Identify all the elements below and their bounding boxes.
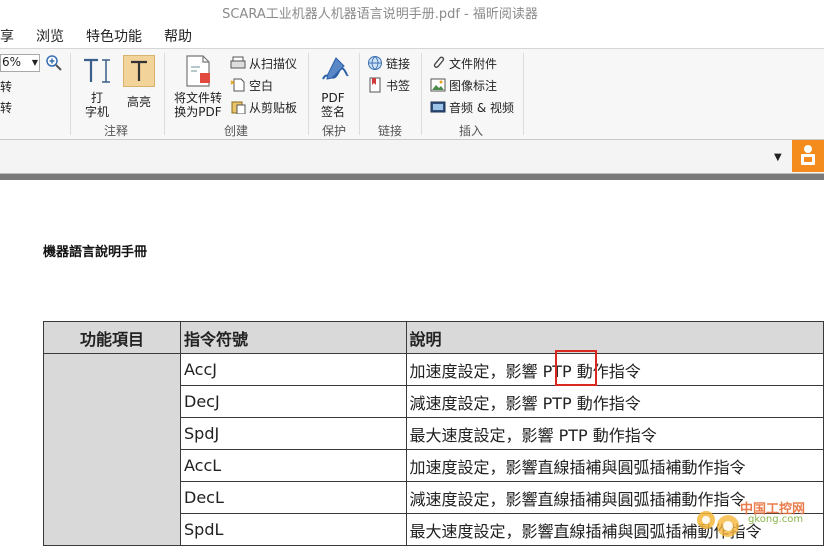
command-symbol: AccJ: [180, 353, 407, 386]
zoom-value: 6%: [2, 55, 22, 69]
film-icon: [430, 101, 446, 113]
command-description: 加速度設定，影響 PTP 動作指令: [405, 353, 824, 386]
ribbon: 6% ▼ 转 转 打 字机 高亮 注释 将文件转 换为PDF 从扫描仪 空白 从…: [0, 49, 824, 140]
title-bar: SCARA工业机器人机器语言说明手册.pdf - 福昕阅读器: [0, 0, 824, 24]
separator: [523, 53, 524, 135]
file-attachment-button[interactable]: 文件附件: [430, 54, 497, 72]
search-hit-highlight: [555, 350, 597, 386]
zoom-in-icon[interactable]: [45, 54, 63, 72]
group-label-insert: 插入: [459, 124, 484, 138]
rotate-label-fragment-2[interactable]: 转: [0, 101, 12, 115]
blank-page-button[interactable]: 空白: [230, 76, 273, 94]
clipboard-icon: [231, 101, 246, 114]
link-label: 链接: [386, 56, 411, 71]
link-icon: [368, 56, 382, 70]
group-label-create: 创建: [224, 124, 249, 138]
command-symbol: DecL: [180, 481, 407, 514]
from-clipboard-button[interactable]: 从剪贴板: [230, 98, 297, 116]
header-function-item: 功能項目: [42, 321, 182, 354]
separator: [70, 53, 71, 135]
audio-video-label: 音频 & 视频: [449, 100, 514, 115]
menu-bar: 享 浏览 特色功能 帮助: [0, 24, 824, 68]
typewriter-button[interactable]: 打 字机: [78, 53, 116, 123]
pdf-sign-icon: [322, 57, 349, 80]
secondary-toolbar: ▼: [0, 140, 824, 174]
convert-to-pdf-button[interactable]: 将文件转 换为PDF: [170, 53, 226, 123]
scanner-icon: [230, 56, 246, 69]
blank-page-icon: [230, 78, 245, 92]
link-button[interactable]: 链接: [367, 54, 410, 72]
highlight-button[interactable]: 高亮: [122, 53, 156, 123]
pdf-sign-button[interactable]: PDF 签名: [314, 53, 352, 123]
menu-item-browse[interactable]: 浏览: [36, 26, 64, 46]
from-scanner-label: 从扫描仪: [249, 56, 298, 71]
from-clipboard-label: 从剪贴板: [249, 100, 298, 115]
table-header-row: 功能項目 指令符號 說明: [42, 321, 824, 354]
group-label-annotate: 注释: [104, 124, 129, 138]
command-description: 減速度設定，影響 PTP 動作指令: [405, 385, 824, 418]
bookmark-icon: [369, 77, 381, 93]
category-cell: [42, 353, 182, 546]
command-description: 最大速度設定，影響 PTP 動作指令: [405, 417, 824, 450]
blank-page-label: 空白: [249, 78, 274, 93]
command-symbol: DecJ: [180, 385, 407, 418]
separator: [421, 53, 422, 135]
group-label-links: 链接: [378, 124, 403, 138]
image-annotation-button[interactable]: 图像标注: [430, 76, 497, 94]
from-scanner-button[interactable]: 从扫描仪: [230, 54, 297, 72]
image-icon: [430, 78, 446, 92]
audio-video-button[interactable]: 音频 & 视频: [430, 98, 514, 116]
menu-item-features[interactable]: 特色功能: [86, 26, 142, 46]
convert-to-pdf-label: 将文件转 换为PDF: [173, 91, 222, 119]
menu-item-help[interactable]: 帮助: [164, 26, 192, 46]
user-icon: [801, 145, 815, 165]
bookmark-button[interactable]: 书签: [367, 76, 410, 94]
image-annotation-label: 图像标注: [449, 78, 498, 93]
bookmark-label: 书签: [386, 78, 411, 93]
table-row: AccJ 加速度設定，影響 PTP 動作指令: [42, 353, 824, 546]
typewriter-label: 打 字机: [84, 91, 109, 119]
separator: [359, 53, 360, 135]
gkong-watermark: 中国工控网 gkong.com: [690, 492, 824, 553]
typewriter-icon: [84, 58, 110, 83]
window-title: SCARA工业机器人机器语言说明手册.pdf - 福昕阅读器: [222, 7, 538, 22]
command-description: 加速度設定，影響直線插補與圓弧插補動作指令: [405, 449, 824, 482]
highlight-label: 高亮: [126, 95, 151, 109]
pdf-sign-label: PDF 签名: [320, 91, 345, 119]
toolbar-dropdown-icon[interactable]: ▼: [774, 152, 782, 163]
paperclip-icon: [433, 56, 445, 68]
menu-item-share[interactable]: 享: [0, 26, 14, 46]
highlight-icon: [131, 60, 147, 81]
command-symbol: SpdL: [180, 513, 407, 546]
header-command-symbol: 指令符號: [180, 321, 407, 354]
rotate-label-fragment[interactable]: 转: [0, 80, 12, 94]
header-description: 說明: [405, 321, 824, 354]
separator: [308, 53, 309, 135]
sign-in-button[interactable]: [792, 140, 824, 172]
highlight-icon-bg: [123, 55, 155, 87]
zoom-dropdown-icon[interactable]: ▼: [30, 54, 40, 72]
file-attachment-label: 文件附件: [449, 56, 498, 71]
command-symbol: SpdJ: [180, 417, 407, 450]
document-heading: 機器語言說明手冊: [43, 245, 148, 260]
group-label-protect: 保护: [322, 124, 347, 138]
watermark-domain: gkong.com: [748, 514, 804, 525]
convert-pdf-icon: [186, 55, 210, 87]
separator: [164, 53, 165, 135]
command-symbol: AccL: [180, 449, 407, 482]
